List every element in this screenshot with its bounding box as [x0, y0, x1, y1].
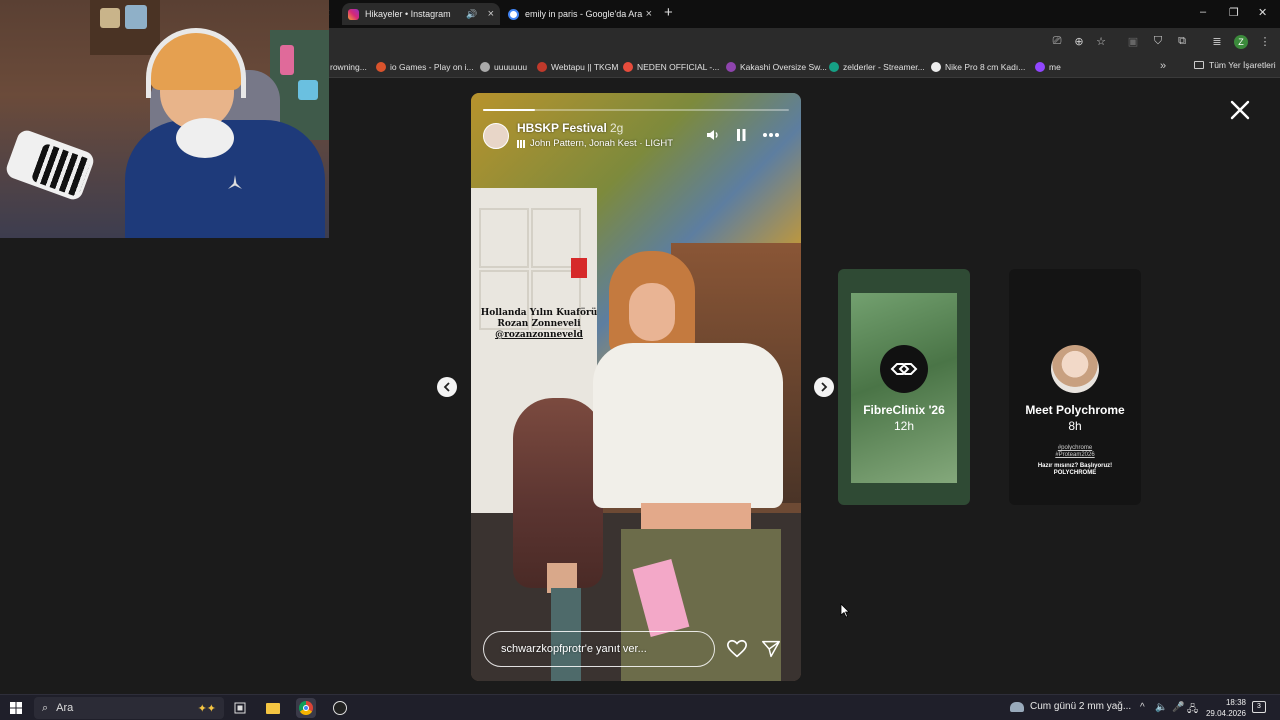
all-bookmarks-button[interactable]: Tüm Yer İşaretleri [1194, 60, 1276, 70]
folder-icon [1194, 61, 1204, 69]
tab-google-search[interactable]: emily in paris - Google'da Ara × [502, 3, 658, 25]
story-age: 2g [610, 121, 624, 135]
rain-cloud-icon [1010, 701, 1024, 712]
mannequin-head [513, 398, 603, 588]
chrome-icon[interactable] [296, 698, 316, 718]
send-icon[interactable] [760, 638, 782, 660]
chevron-left-icon [443, 382, 450, 392]
bookmarks-overflow-icon[interactable]: » [1160, 60, 1166, 72]
music-bars-icon [517, 139, 525, 148]
file-explorer-icon[interactable] [263, 698, 283, 718]
story-progress-bar [483, 109, 789, 111]
pause-icon[interactable] [733, 127, 749, 143]
task-view-icon[interactable] [230, 698, 250, 718]
new-tab-icon[interactable]: + [664, 4, 673, 21]
screen: ‹ Hikayeler • Instagram 🔊 × emily in par… [0, 0, 1280, 720]
tab-close-icon[interactable]: × [646, 8, 652, 20]
bookmark-item[interactable]: io Games - Play on i... [376, 60, 474, 74]
story-progress-fill [483, 109, 536, 111]
close-story-icon[interactable] [1228, 98, 1252, 122]
speaker-icon[interactable]: 🔈 [1155, 702, 1167, 713]
bookmark-favicon-icon [376, 62, 386, 72]
tab-instagram-stories[interactable]: Hikayeler • Instagram 🔊 × [342, 3, 500, 25]
cast-icon[interactable]: ⎚ [1050, 34, 1064, 48]
mouse-cursor-icon [840, 603, 850, 618]
google-icon [508, 8, 519, 20]
shield-icon[interactable]: ⛉ [1151, 34, 1165, 48]
bookmark-item[interactable]: NEDEN OFFICIAL -... [623, 60, 719, 74]
fibreclinix-logo-icon [890, 363, 918, 375]
twitch-icon [1035, 62, 1045, 72]
tab-title: emily in paris - Google'da Ara [525, 9, 643, 19]
bookmark-favicon-icon [829, 62, 839, 72]
story-text-overlay: Hollanda Yılın Kuaförü Rozan Zonneveli @… [473, 308, 605, 341]
bookmark-favicon-icon [537, 62, 547, 72]
chevron-right-icon [821, 382, 828, 392]
webcam-overlay [0, 0, 329, 238]
microphone-icon[interactable]: 🎤 [1172, 702, 1184, 713]
bookmark-favicon-icon [623, 62, 633, 72]
menu-kebab-icon[interactable]: ⋮ [1258, 34, 1272, 48]
more-options-icon[interactable] [761, 127, 781, 143]
extensions-puzzle-icon[interactable]: ⧉ [1175, 34, 1189, 48]
previous-story-button[interactable] [437, 377, 457, 397]
heart-icon[interactable] [726, 638, 748, 660]
bookmark-star-icon[interactable]: ☆ [1094, 34, 1108, 48]
system-clock[interactable]: 18:38 29.04.2026 [1196, 697, 1246, 719]
media-queue-icon[interactable]: ≣ [1210, 34, 1224, 48]
restore-icon[interactable]: ❐ [1229, 6, 1239, 19]
minimize-icon[interactable]: – [1200, 6, 1206, 18]
bookmark-item[interactable]: Webtapu || TKGM [537, 60, 618, 74]
bookmark-item[interactable]: uuuuuuu [480, 60, 527, 74]
tab-title: Hikayeler • Instagram [365, 9, 451, 19]
bookmark-item[interactable]: rowning... [330, 60, 367, 74]
story-header: HBSKP Festival 2g John Pattern, Jonah Ke… [483, 121, 789, 153]
next-story-preview[interactable]: FibreClinix '26 12h [838, 269, 970, 505]
obs-icon[interactable] [330, 698, 350, 718]
notification-center-icon[interactable]: 3 [1252, 701, 1266, 713]
extension-disabled-icon[interactable]: ▣ [1126, 34, 1140, 48]
profile-avatar[interactable]: Z [1234, 35, 1248, 49]
story-reply-input[interactable]: schwarzkopfprotr'e yanıt ver... [483, 631, 715, 667]
taskbar-search[interactable]: ⌕ Ara ✦✦ [34, 697, 224, 719]
instagram-icon [348, 8, 359, 20]
story-music[interactable]: John Pattern, Jonah Kest · LIGHT [517, 138, 673, 149]
bookmark-item[interactable]: me [1035, 60, 1061, 74]
mention-link[interactable]: @rozanzonneveld [473, 330, 605, 341]
tray-overflow-icon[interactable]: ^ [1140, 702, 1145, 713]
active-story[interactable]: HBSKP Festival 2g John Pattern, Jonah Ke… [471, 93, 801, 681]
zoom-icon[interactable]: ⊕ [1072, 34, 1086, 48]
close-window-icon[interactable]: ✕ [1258, 6, 1267, 19]
bookmark-item[interactable]: Nike Pro 8 cm Kadı... [931, 60, 1025, 74]
bookmark-favicon-icon [931, 62, 941, 72]
copilot-sparkle-icon: ✦✦ [197, 702, 216, 715]
tab-audio-icon[interactable]: 🔊 [466, 9, 477, 20]
bookmark-favicon-icon [480, 62, 490, 72]
volume-icon[interactable] [705, 127, 721, 143]
tab-close-icon[interactable]: × [488, 8, 494, 20]
weather-widget[interactable]: Cum günü 2 mm yağ... [1010, 701, 1131, 712]
story-author-avatar[interactable] [483, 123, 509, 149]
bookmark-favicon-icon [726, 62, 736, 72]
windows-start-icon[interactable] [10, 702, 22, 714]
story-author-avatar [1051, 345, 1099, 393]
next-story-preview[interactable]: Meet Polychrome 8h #polychrome #Proteam2… [1009, 269, 1141, 505]
bookmark-item[interactable]: zelderler - Streamer... [829, 60, 925, 74]
story-author-name[interactable]: HBSKP Festival [517, 121, 607, 135]
next-story-button[interactable] [814, 377, 834, 397]
windows-taskbar: ⌕ Ara ✦✦ Cum günü 2 mm yağ... ^ 🔈 🎤 🖧 18… [0, 694, 1280, 720]
bookmark-item[interactable]: Kakashi Oversize Sw... [726, 60, 827, 74]
story-author-avatar [880, 345, 928, 393]
search-icon: ⌕ [42, 701, 49, 714]
